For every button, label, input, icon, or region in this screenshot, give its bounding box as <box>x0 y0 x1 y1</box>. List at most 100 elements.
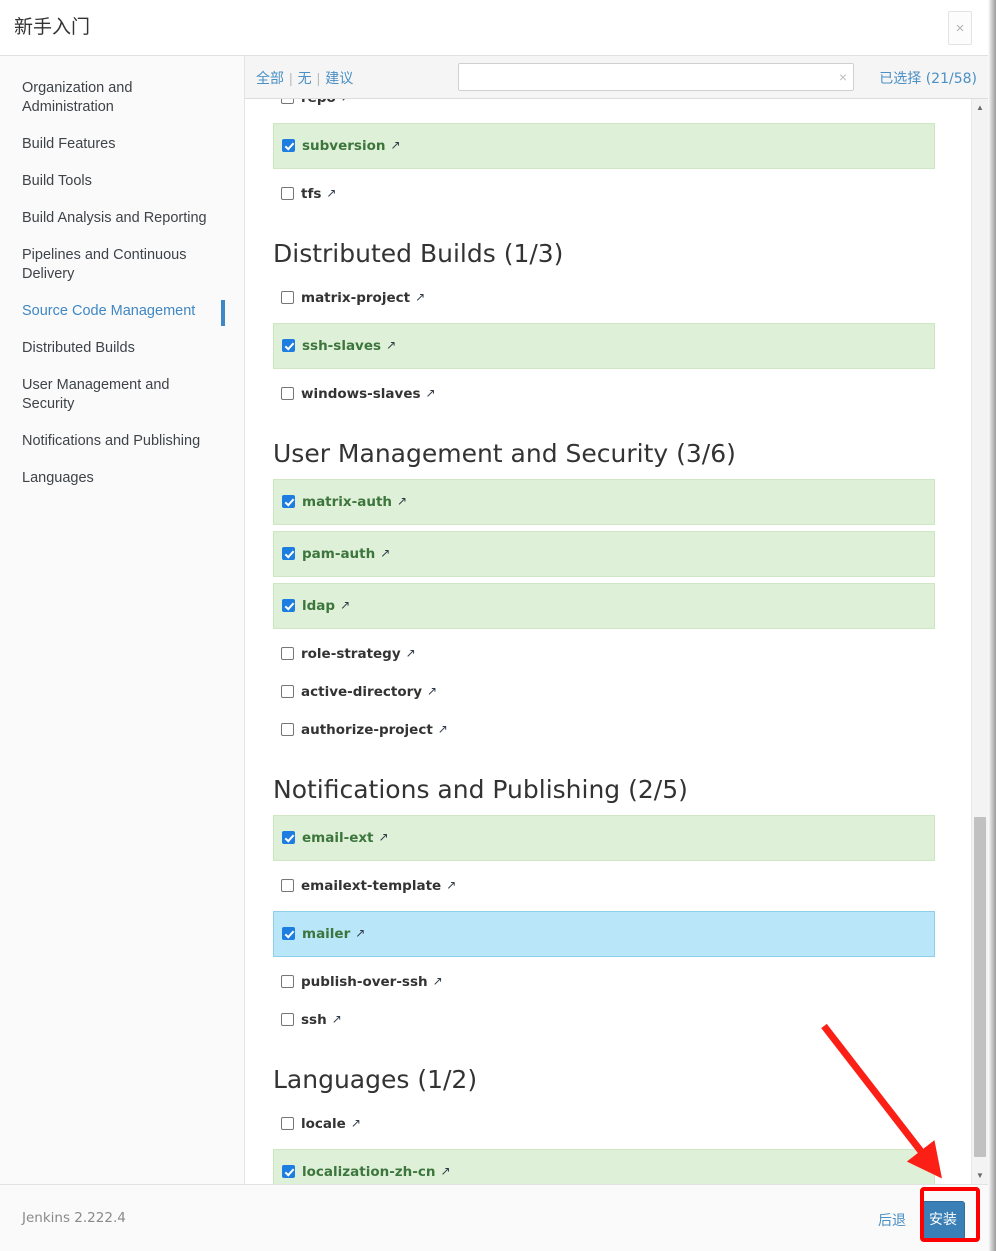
plugin-list-scrollbar[interactable]: ▲ ▼ <box>971 99 988 1184</box>
sidebar-item-label: Build Features <box>22 136 116 152</box>
close-icon[interactable]: × <box>948 11 972 45</box>
plugin-row[interactable]: mailer ↗ <box>273 911 935 957</box>
external-link-icon[interactable]: ↗ <box>390 138 400 152</box>
plugin-row[interactable]: active-directory ↗ <box>273 673 935 711</box>
plugin-checkbox[interactable] <box>282 831 295 844</box>
search-input[interactable] <box>458 63 854 91</box>
window-scrollbar[interactable] <box>988 0 996 1251</box>
plugin-row[interactable]: ssh-slaves ↗ <box>273 323 935 369</box>
plugin-checkbox[interactable] <box>281 291 294 304</box>
page-title: 新手入门 <box>14 16 91 38</box>
selected-count-label[interactable]: 已选择 (21/58) <box>879 68 977 88</box>
external-link-icon[interactable]: ↗ <box>433 974 443 988</box>
external-link-icon[interactable]: ↗ <box>441 1164 451 1178</box>
plugin-checkbox[interactable] <box>281 1013 294 1026</box>
external-link-icon[interactable]: ↗ <box>379 830 389 844</box>
plugin-list: repo ↗ subversion ↗ tfs ↗ Distributed Builds (… <box>245 99 963 1184</box>
plugin-name-label: locale <box>301 1116 346 1132</box>
plugin-row[interactable]: emailext-template ↗ <box>273 867 935 905</box>
plugin-checkbox[interactable] <box>281 685 294 698</box>
sidebar-item-user-management-and-security[interactable]: User Management and Security <box>0 367 244 423</box>
plugin-row[interactable]: pam-auth ↗ <box>273 531 935 577</box>
plugin-checkbox[interactable] <box>282 495 295 508</box>
plugin-checkbox[interactable] <box>281 647 294 660</box>
sidebar-item-build-analysis-and-reporting[interactable]: Build Analysis and Reporting <box>0 200 244 237</box>
back-button[interactable]: 后退 <box>878 1210 906 1230</box>
plugin-checkbox[interactable] <box>281 387 294 400</box>
plugin-name-label: email-ext <box>302 830 374 846</box>
external-link-icon[interactable]: ↗ <box>415 290 425 304</box>
plugin-row[interactable]: email-ext ↗ <box>273 815 935 861</box>
external-link-icon[interactable]: ↗ <box>355 926 365 940</box>
external-link-icon[interactable]: ↗ <box>427 684 437 698</box>
sidebar-item-label: Languages <box>22 470 94 486</box>
plugin-checkbox[interactable] <box>281 99 294 104</box>
external-link-icon[interactable]: ↗ <box>438 722 448 736</box>
sidebar-item-distributed-builds[interactable]: Distributed Builds <box>0 330 244 367</box>
plugin-checkbox[interactable] <box>282 599 295 612</box>
plugin-checkbox[interactable] <box>282 339 295 352</box>
plugin-name-label: pam-auth <box>302 546 376 562</box>
external-link-icon[interactable]: ↗ <box>446 878 456 892</box>
external-link-icon[interactable]: ↗ <box>340 598 350 612</box>
plugin-name-label: tfs <box>301 186 322 202</box>
filter-suggested-link[interactable]: 建议 <box>325 71 353 87</box>
install-button[interactable]: 安装 <box>921 1201 965 1240</box>
scroll-down-icon[interactable]: ▼ <box>972 1167 988 1184</box>
external-link-icon[interactable]: ↗ <box>406 646 416 660</box>
plugin-checkbox[interactable] <box>282 547 295 560</box>
plugin-row[interactable]: tfs ↗ <box>273 175 935 213</box>
window-titlebar: 新手入门 × <box>0 0 988 56</box>
plugin-checkbox[interactable] <box>281 1117 294 1130</box>
section-heading: User Management and Security (3/6) <box>273 439 736 468</box>
sidebar-item-build-tools[interactable]: Build Tools <box>0 163 244 200</box>
plugin-checkbox[interactable] <box>281 187 294 200</box>
section-heading: Distributed Builds (1/3) <box>273 239 564 268</box>
external-link-icon[interactable]: ↗ <box>351 1116 361 1130</box>
sidebar-item-label: Distributed Builds <box>22 340 135 356</box>
plugin-row[interactable]: locale ↗ <box>273 1105 935 1143</box>
window-footer: Jenkins 2.222.4 后退 安装 <box>0 1184 988 1251</box>
sidebar-item-build-features[interactable]: Build Features <box>0 126 244 163</box>
clear-search-icon[interactable]: × <box>839 68 847 86</box>
plugin-checkbox[interactable] <box>282 139 295 152</box>
plugin-row[interactable]: matrix-project ↗ <box>273 279 935 317</box>
plugin-checkbox[interactable] <box>281 975 294 988</box>
external-link-icon[interactable]: ↗ <box>332 1012 342 1026</box>
plugin-row[interactable]: publish-over-ssh ↗ <box>273 963 935 1001</box>
plugin-row[interactable]: matrix-auth ↗ <box>273 479 935 525</box>
plugin-name-label: repo <box>301 99 336 106</box>
scroll-up-icon[interactable]: ▲ <box>972 99 988 116</box>
plugin-name-label: subversion <box>302 138 386 154</box>
plugin-checkbox[interactable] <box>282 927 295 940</box>
external-link-icon[interactable]: ↗ <box>380 546 390 560</box>
plugin-row[interactable]: authorize-project ↗ <box>273 711 935 749</box>
plugin-name-label: mailer <box>302 926 351 942</box>
sidebar-item-label: Notifications and Publishing <box>22 433 201 449</box>
filter-all-link[interactable]: 全部 <box>256 71 284 87</box>
sidebar-item-notifications-and-publishing[interactable]: Notifications and Publishing <box>0 423 244 460</box>
plugin-row[interactable]: role-strategy ↗ <box>273 635 935 673</box>
plugin-row[interactable]: windows-slaves ↗ <box>273 375 935 413</box>
sidebar-item-pipelines-and-continuous-delivery[interactable]: Pipelines and Continuous Delivery <box>0 237 244 293</box>
external-link-icon[interactable]: ↗ <box>426 386 436 400</box>
plugin-checkbox[interactable] <box>281 879 294 892</box>
scrollbar-thumb[interactable] <box>974 817 986 1157</box>
external-link-icon[interactable]: ↗ <box>326 186 336 200</box>
plugin-row[interactable]: ssh ↗ <box>273 1001 935 1039</box>
category-sidebar: Organization and Administration Build Fea… <box>0 56 245 1184</box>
plugin-checkbox[interactable] <box>281 723 294 736</box>
external-link-icon[interactable]: ↗ <box>397 494 407 508</box>
plugin-row[interactable]: subversion ↗ <box>273 123 935 169</box>
plugin-checkbox[interactable] <box>282 1165 295 1178</box>
plugin-row[interactable]: repo ↗ <box>273 99 935 117</box>
filter-none-link[interactable]: 无 <box>298 71 312 87</box>
sidebar-item-languages[interactable]: Languages <box>0 460 244 497</box>
plugin-row[interactable]: localization-zh-cn ↗ <box>273 1149 935 1184</box>
external-link-icon[interactable]: ↗ <box>386 338 396 352</box>
sidebar-item-source-code-management[interactable]: Source Code Management <box>0 293 244 330</box>
sidebar-item-organization-and-administration[interactable]: Organization and Administration <box>0 70 244 126</box>
external-link-icon[interactable]: ↗ <box>341 99 351 104</box>
plugin-row[interactable]: ldap ↗ <box>273 583 935 629</box>
plugin-name-label: ssh <box>301 1012 327 1028</box>
